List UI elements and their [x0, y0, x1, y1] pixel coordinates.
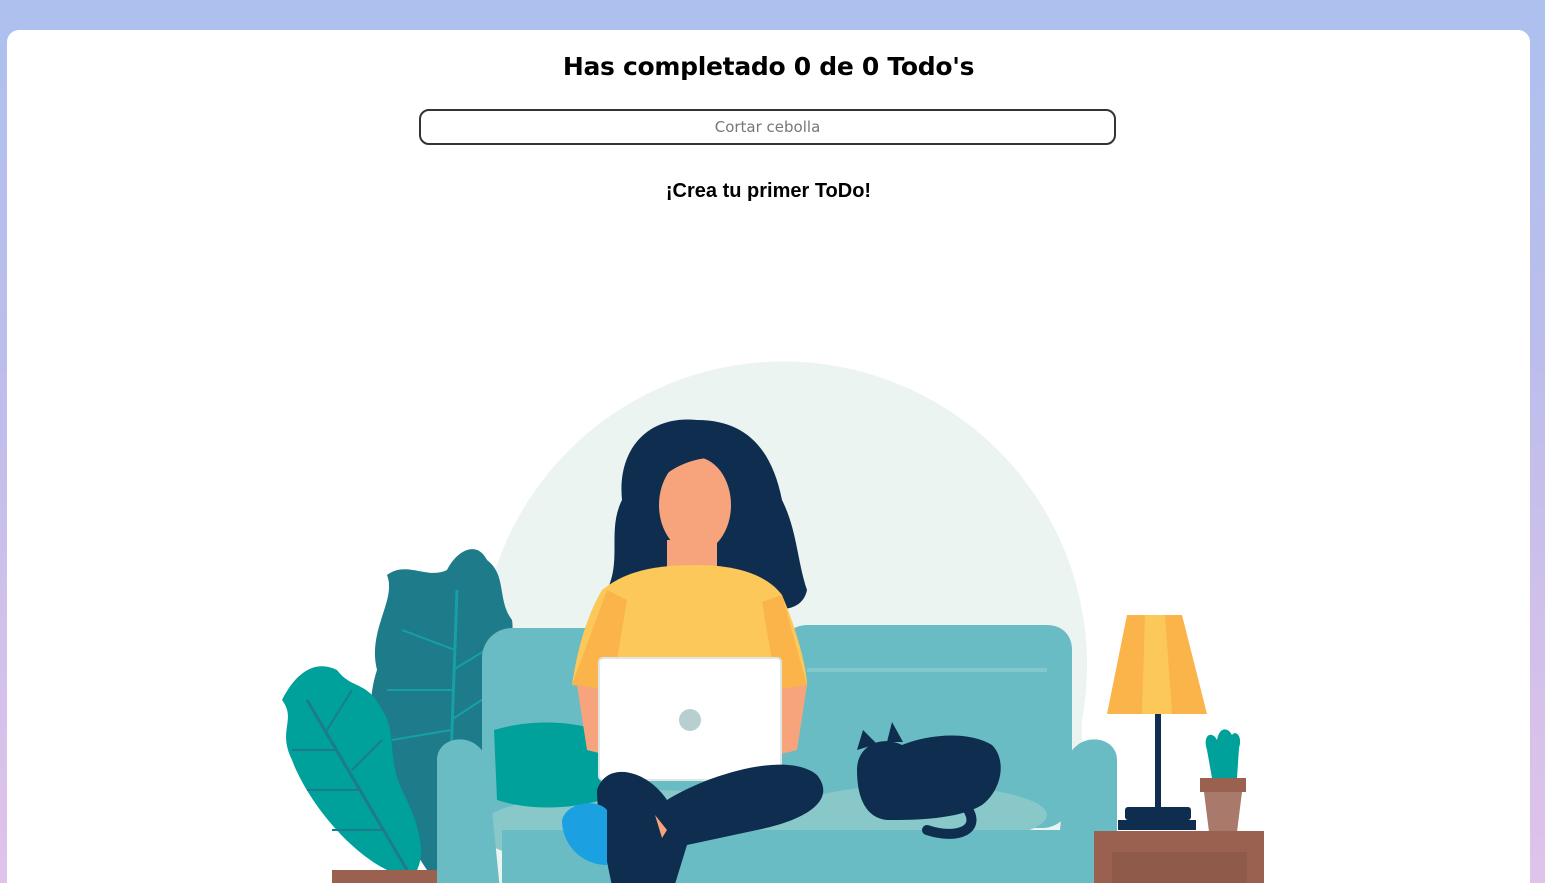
main-card: Has completado 0 de 0 Todo's ¡Crea tu pr… [7, 30, 1530, 883]
cactus-pot [1200, 729, 1246, 832]
woman-on-sofa-illustration [282, 361, 1264, 883]
side-table [1094, 831, 1264, 883]
floor-lamp [1107, 615, 1207, 830]
